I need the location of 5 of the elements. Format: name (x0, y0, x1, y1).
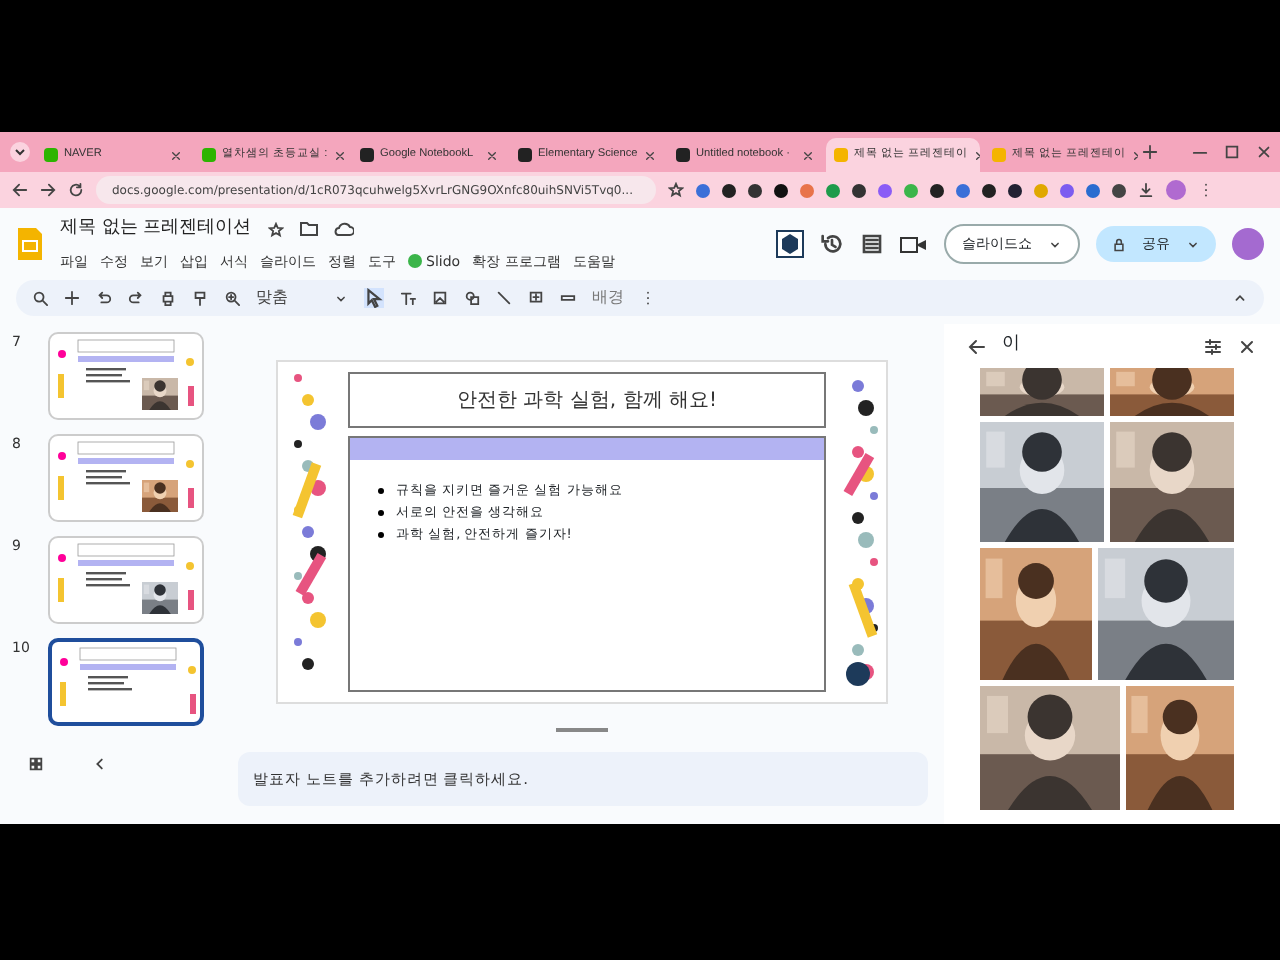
zoom-dropdown[interactable]: 맞춤 (256, 286, 348, 310)
document-title[interactable]: 제목 없는 프레젠테이션 (60, 216, 252, 243)
search-query-field[interactable]: 이 (1002, 332, 1188, 360)
slide-title: 안전한 과학 실험, 함께 해요! (348, 372, 826, 428)
background-button[interactable]: 배경 (592, 286, 624, 310)
